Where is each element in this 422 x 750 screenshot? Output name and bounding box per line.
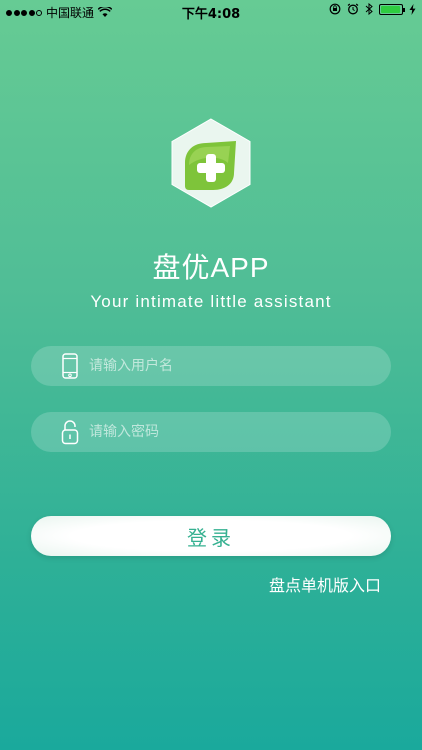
app-title: 盘优APP <box>152 252 270 283</box>
phone-icon <box>60 353 80 379</box>
battery-level <box>381 5 400 13</box>
status-bar: 中国联通 下午4:08 <box>0 0 422 22</box>
lock-rotation-icon <box>329 3 341 15</box>
charging-icon <box>409 3 416 15</box>
app-subtitle: Your intimate little assistant <box>90 292 332 311</box>
alarm-icon <box>347 3 359 15</box>
battery-icon <box>379 3 405 15</box>
app-logo <box>171 118 251 208</box>
lock-icon <box>60 419 80 445</box>
standalone-entry-link[interactable]: 盘点单机版入口 <box>269 572 381 596</box>
password-field[interactable] <box>31 412 391 452</box>
status-right <box>329 3 416 15</box>
plus-leaf-icon <box>185 141 236 190</box>
password-input[interactable] <box>87 423 351 441</box>
username-input[interactable] <box>87 357 351 375</box>
username-field[interactable] <box>31 346 391 386</box>
bluetooth-icon <box>365 3 373 15</box>
login-button[interactable]: 登录 <box>31 516 391 556</box>
